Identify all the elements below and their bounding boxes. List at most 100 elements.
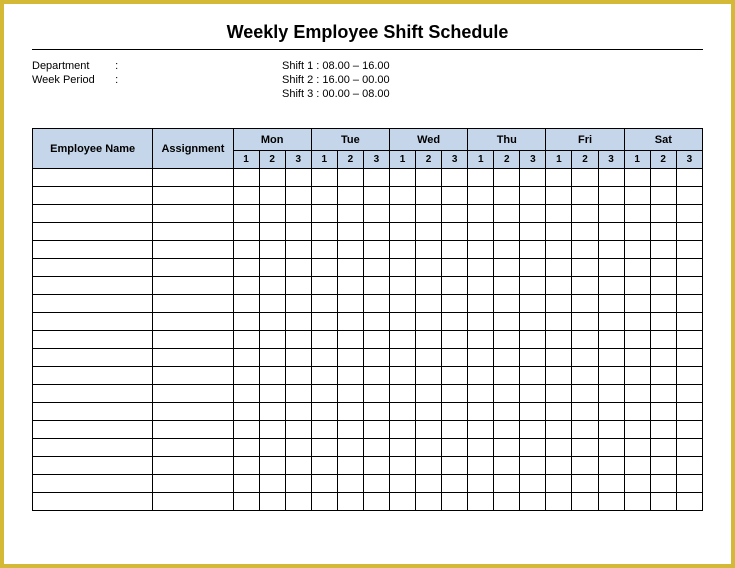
cell <box>153 457 233 475</box>
cell <box>572 313 598 331</box>
cell <box>494 241 520 259</box>
day-header-mon: Mon <box>233 129 311 151</box>
shift-header: 3 <box>442 151 468 169</box>
cell <box>624 295 650 313</box>
cell <box>233 475 259 493</box>
cell <box>468 403 494 421</box>
table-row <box>33 295 703 313</box>
cell <box>598 277 624 295</box>
cell <box>285 349 311 367</box>
cell <box>624 169 650 187</box>
cell <box>153 223 233 241</box>
cell <box>546 295 572 313</box>
cell <box>468 439 494 457</box>
cell <box>259 241 285 259</box>
cell <box>233 259 259 277</box>
cell <box>33 403 153 421</box>
cell <box>676 169 702 187</box>
cell <box>572 421 598 439</box>
cell <box>311 457 337 475</box>
cell <box>285 421 311 439</box>
shift-header: 1 <box>624 151 650 169</box>
cell <box>468 367 494 385</box>
cell <box>468 259 494 277</box>
cell <box>311 403 337 421</box>
cell <box>363 349 389 367</box>
day-header-sat: Sat <box>624 129 702 151</box>
cell <box>363 205 389 223</box>
shift3-text: Shift 3 : 00.00 – 08.00 <box>282 88 703 100</box>
cell <box>389 367 415 385</box>
cell <box>572 277 598 295</box>
cell <box>494 205 520 223</box>
cell <box>337 169 363 187</box>
cell <box>259 439 285 457</box>
cell <box>520 403 546 421</box>
cell <box>442 169 468 187</box>
cell <box>598 259 624 277</box>
cell <box>33 223 153 241</box>
cell <box>650 331 676 349</box>
cell <box>33 259 153 277</box>
cell <box>572 385 598 403</box>
cell <box>572 403 598 421</box>
cell <box>153 295 233 313</box>
cell <box>259 205 285 223</box>
cell <box>153 475 233 493</box>
cell <box>676 205 702 223</box>
cell <box>676 223 702 241</box>
department-label: Department <box>32 60 112 72</box>
cell <box>33 241 153 259</box>
cell <box>337 331 363 349</box>
shift-header: 3 <box>520 151 546 169</box>
cell <box>624 439 650 457</box>
cell <box>233 241 259 259</box>
shift-header: 3 <box>598 151 624 169</box>
cell <box>337 475 363 493</box>
cell <box>33 457 153 475</box>
cell <box>33 421 153 439</box>
cell <box>363 331 389 349</box>
cell <box>442 475 468 493</box>
cell <box>233 313 259 331</box>
cell <box>311 331 337 349</box>
cell <box>416 421 442 439</box>
cell <box>442 367 468 385</box>
cell <box>153 385 233 403</box>
cell <box>233 187 259 205</box>
cell <box>259 331 285 349</box>
cell <box>468 331 494 349</box>
cell <box>442 439 468 457</box>
cell <box>416 331 442 349</box>
cell <box>520 169 546 187</box>
colon: : <box>115 60 118 72</box>
meta-row-2: Week Period : Shift 2 : 16.00 – 00.00 <box>32 74 703 86</box>
cell <box>520 295 546 313</box>
cell <box>650 349 676 367</box>
cell <box>233 367 259 385</box>
cell <box>572 187 598 205</box>
cell <box>572 439 598 457</box>
cell <box>598 439 624 457</box>
cell <box>650 421 676 439</box>
cell <box>337 241 363 259</box>
cell <box>416 187 442 205</box>
cell <box>676 259 702 277</box>
cell <box>285 277 311 295</box>
cell <box>572 205 598 223</box>
cell <box>259 349 285 367</box>
cell <box>572 493 598 511</box>
table-row <box>33 313 703 331</box>
cell <box>676 403 702 421</box>
cell <box>468 421 494 439</box>
cell <box>442 313 468 331</box>
cell <box>311 313 337 331</box>
cell <box>650 277 676 295</box>
cell <box>676 313 702 331</box>
shift-header: 3 <box>363 151 389 169</box>
cell <box>598 475 624 493</box>
cell <box>337 313 363 331</box>
cell <box>650 313 676 331</box>
cell <box>311 439 337 457</box>
assignment-header: Assignment <box>153 129 233 169</box>
